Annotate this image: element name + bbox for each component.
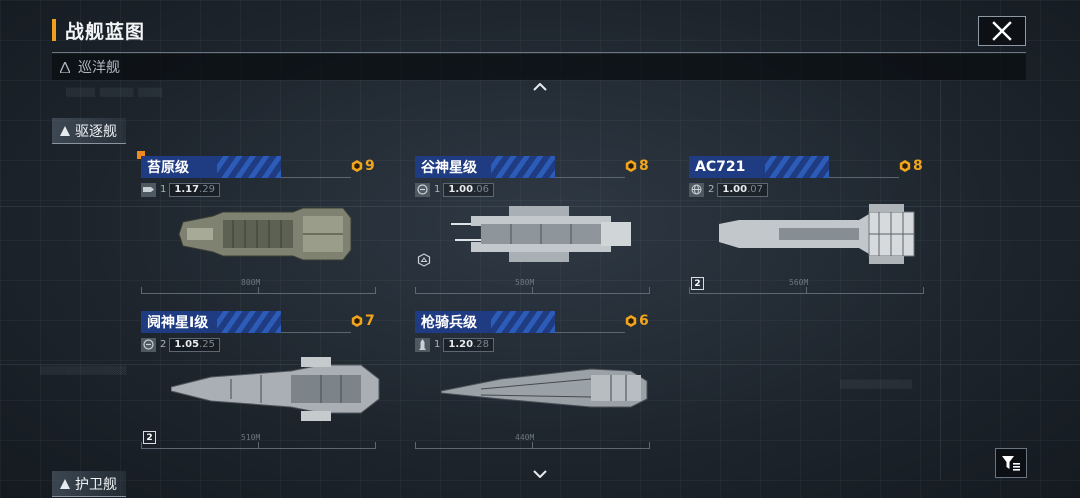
ship-cost: 9: [351, 158, 375, 174]
cost-icon: [351, 160, 363, 172]
category-frigate-tab[interactable]: 护卫舰: [52, 471, 126, 497]
decor-line: [940, 80, 941, 480]
close-button[interactable]: [978, 16, 1026, 46]
chevron-up-icon: [533, 83, 547, 91]
ship-image-ceres: [451, 206, 631, 262]
cost-icon: [351, 315, 363, 327]
stat-tier: 2: [708, 184, 715, 195]
filter-button[interactable]: [995, 448, 1027, 478]
ship-name: AC721: [695, 159, 746, 175]
ship-card[interactable]: 苔原级 9 1 1.17.29 800M: [141, 156, 376, 298]
ship-image-lancer: [441, 368, 648, 408]
decor-text: ▒▒▒▒▒▒ ▒▒▒▒▒▒▒ ▒▒▒▒▒: [66, 88, 163, 97]
ship-cost: 8: [899, 158, 923, 174]
ship-length: 800M: [241, 278, 261, 287]
ship-card[interactable]: AC721 8 2 1.00.07 2 560M: [689, 156, 924, 298]
page-title-group: 战舰蓝图: [52, 16, 145, 44]
ship-length: 580M: [515, 278, 535, 287]
category-cruiser-label: 巡洋舰: [78, 60, 120, 76]
page-title: 战舰蓝图: [65, 20, 146, 43]
ship-length-ruler: [415, 448, 650, 449]
cost-icon: [899, 160, 911, 172]
ship-cost: 6: [625, 313, 649, 329]
cost-value: 9: [365, 158, 375, 174]
stat-tier: 1: [434, 339, 441, 350]
ship-name-banner: AC721: [689, 156, 829, 178]
weapon-type-icon: [141, 182, 156, 197]
category-frigate-label: 护卫舰: [75, 476, 117, 493]
ship-name-banner: 枪骑兵级: [415, 311, 555, 333]
ship-length-ruler: [141, 448, 376, 449]
header-divider: [52, 52, 1026, 53]
stat-tier: 2: [160, 339, 167, 350]
missile-icon: [415, 337, 430, 352]
ship-length-ruler: [141, 293, 376, 294]
ship-length: 440M: [515, 433, 535, 442]
globe-icon: [689, 182, 704, 197]
ship-class-icon: [60, 125, 70, 136]
ship-length-ruler: [415, 293, 650, 294]
filter-icon: [1002, 456, 1020, 471]
ship-card[interactable]: 阋神星I级 7 2 1.05.25 2 510M: [141, 311, 380, 453]
category-destroyer-tab[interactable]: 驱逐舰: [52, 118, 126, 144]
slot-count-badge: 2: [691, 277, 704, 290]
ship-image-tundra: [178, 207, 352, 261]
ship-name-banner: 谷神星级: [415, 156, 555, 178]
cost-value: 8: [913, 158, 923, 174]
decor-text: ▒▒▒▒▒▒▒▒▒▒▒▒▒▒▒: [840, 380, 913, 389]
ship-cost: 7: [351, 313, 375, 329]
cost-value: 6: [639, 313, 649, 329]
ship-card[interactable]: 枪骑兵级 6 1 1.20.28 440M: [415, 311, 650, 453]
cost-value: 8: [639, 158, 649, 174]
ship-cost: 8: [625, 158, 649, 174]
ship-name: 谷神星级: [421, 160, 477, 176]
hex-badge-icon: [417, 253, 431, 267]
cost-value: 7: [365, 313, 375, 329]
ship-class-icon: [60, 61, 70, 73]
stat-tier: 1: [434, 184, 441, 195]
category-cruiser-bar[interactable]: 巡洋舰: [52, 54, 1026, 80]
category-destroyer-label: 驱逐舰: [75, 123, 117, 140]
scroll-down-button[interactable]: [530, 467, 550, 481]
ship-length: 560M: [789, 278, 809, 287]
ship-length: 510M: [241, 433, 261, 442]
weapon-type-icon: [415, 182, 430, 197]
slot-count-badge: 2: [143, 431, 156, 444]
ship-name: 苔原级: [147, 160, 189, 176]
title-accent-bar: [52, 19, 56, 41]
weapon-type-icon: [141, 337, 156, 352]
ship-name-banner: 阋神星I级: [141, 311, 281, 333]
ship-name: 阋神星I级: [147, 315, 209, 331]
ship-length-ruler: [689, 293, 924, 294]
close-icon: [992, 21, 1012, 41]
cost-icon: [625, 315, 637, 327]
ship-name-banner: 苔原级: [141, 156, 281, 178]
chevron-down-icon: [533, 470, 547, 478]
ship-image-ac721: [719, 204, 915, 264]
scroll-up-button[interactable]: [530, 80, 550, 94]
cost-icon: [625, 160, 637, 172]
ship-name: 枪骑兵级: [421, 315, 477, 331]
ship-image-eris: [171, 357, 380, 421]
decor-text: ▒▒▒▒▒▒▒▒▒▒▒▒▒▒▒▒▒▒: [40, 366, 127, 375]
ship-class-icon: [60, 478, 70, 489]
ship-card[interactable]: 谷神星级 8 1 1.00.06 580M: [415, 156, 650, 298]
